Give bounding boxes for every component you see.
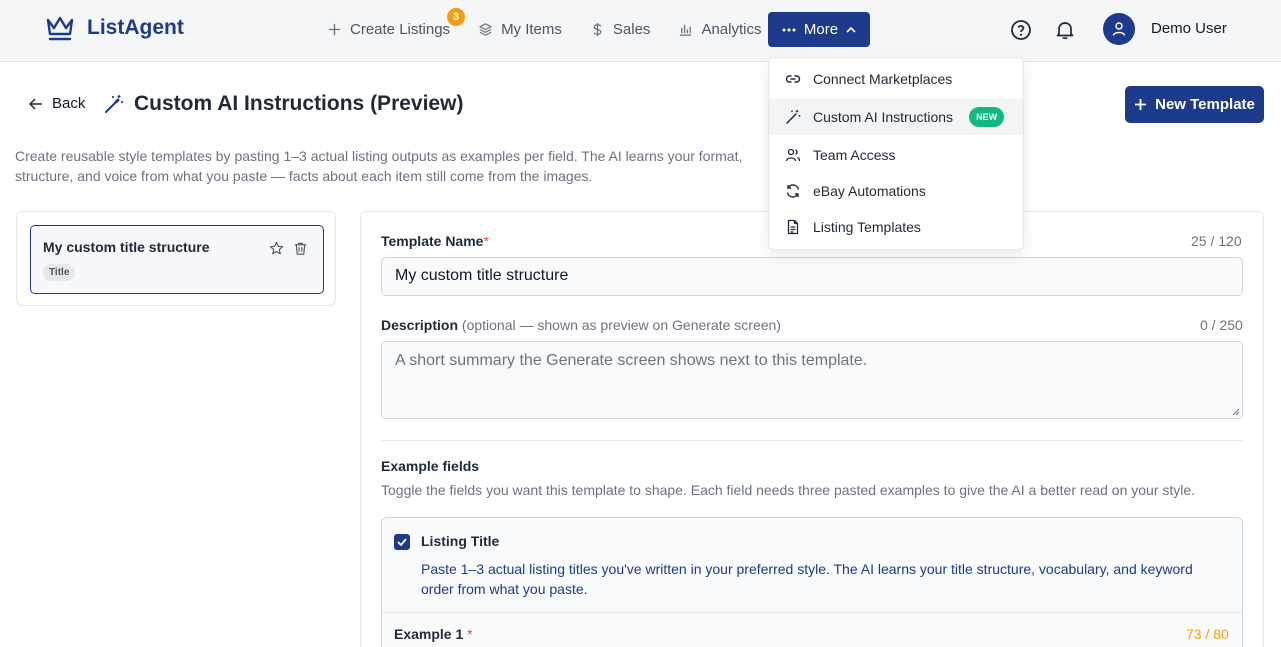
description-textarea[interactable]: A short summary the Generate screen show… [381,341,1243,419]
layers-icon [479,23,492,36]
link-icon [785,75,801,83]
bar-chart-icon [680,24,692,36]
help-icon[interactable] [1010,19,1032,41]
menu-item-connect-marketplaces[interactable]: Connect Marketplaces [769,61,1023,97]
page-title: Custom AI Instructions (Preview) [104,92,463,116]
user-name[interactable]: Demo User [1151,20,1227,37]
create-listings-badge: 3 [447,8,466,26]
logo[interactable]: ListAgent [45,14,184,42]
crown-icon [46,16,74,41]
nav-label: Sales [612,21,651,38]
star-icon[interactable] [269,241,284,256]
magic-wand-icon [786,110,801,124]
menu-item-listing-templates[interactable]: Listing Templates [769,209,1023,245]
nav-my-items[interactable]: My Items [478,12,562,47]
description-label-text: Description [381,317,459,333]
listing-title-field-label: Listing Title [421,533,500,549]
menu-item-label: Connect Marketplaces [813,71,953,87]
new-template-label: New Template [1155,96,1255,113]
listing-title-field-description: Paste 1–3 actual listing titles you've w… [421,561,1193,597]
section-divider [381,440,1243,441]
nav-label: My Items [501,21,562,38]
template-name: My custom title structure [43,239,210,255]
resize-handle-icon[interactable] [1232,408,1240,416]
bell-icon[interactable] [1054,19,1076,41]
user-icon [1112,22,1126,36]
example-fields-title: Example fields [381,458,480,474]
app-name: ListAgent [87,16,184,39]
refresh-icon [786,184,800,198]
menu-item-label: Listing Templates [813,219,921,235]
menu-item-label: Custom AI Instructions [813,109,954,125]
main-nav: Create Listings 3 My Items Sales Analyti… [327,8,789,47]
template-name-label-text: Template Name [381,233,484,249]
more-dropdown-menu: Connect Marketplaces Custom AI Instructi… [768,57,1024,250]
check-icon [397,538,407,546]
required-marker: * [467,626,473,642]
dollar-icon [593,22,602,37]
nav-sales[interactable]: Sales [590,12,651,47]
template-name-input[interactable]: My custom title structure [381,257,1243,296]
menu-item-ebay-automations[interactable]: eBay Automations [769,173,1023,209]
template-name-counter: 25 / 120 [1191,233,1242,249]
back-button[interactable]: Back [29,95,85,112]
plus-icon [1135,99,1147,110]
template-name-label: Template Name* [381,233,489,249]
menu-item-label: eBay Automations [813,183,926,199]
description-hint: (optional — shown as preview on Generate… [461,317,781,333]
back-label: Back [52,95,86,112]
new-badge: NEW [969,107,1005,127]
listing-title-checkbox[interactable] [394,534,410,550]
user-avatar[interactable] [1103,13,1135,45]
nav-create-listings[interactable]: Create Listings 3 [327,8,466,47]
menu-item-team-access[interactable]: Team Access [769,137,1023,173]
menu-item-custom-ai-instructions[interactable]: Custom AI Instructions NEW [769,99,1023,135]
page-title-text: Custom AI Instructions (Preview) [134,92,464,115]
template-card[interactable]: My custom title structure Title [30,225,324,294]
users-icon [785,148,801,162]
template-list: My custom title structure Title [16,211,336,306]
ellipsis-icon [782,28,796,31]
example-1-counter: 73 / 80 [1186,626,1229,642]
arrow-left-icon [29,97,42,110]
plus-icon [328,23,341,36]
description-counter: 0 / 250 [1200,317,1243,333]
example-1-label-text: Example 1 [394,626,464,642]
magic-wand-icon [105,95,123,113]
intro-text: Create reusable style templates by pasti… [15,148,743,184]
more-label: More [803,21,839,38]
more-menu-button[interactable]: More [768,12,870,47]
field-separator [382,612,1242,613]
nav-label: Analytics [701,21,762,38]
required-marker: * [483,233,489,249]
chevron-up-icon [846,26,856,33]
template-tag: Title [43,264,76,281]
nav-analytics[interactable]: Analytics [678,12,761,47]
top-navigation-bar: ListAgent Create Listings 3 My Items Sal… [0,0,1281,62]
nav-label: Create Listings [350,21,451,38]
document-icon [787,219,799,235]
menu-item-label: Team Access [813,147,896,163]
example-fields-description: Toggle the fields you want this template… [381,482,1196,498]
example-1-label: Example 1 * [394,626,473,642]
new-template-button[interactable]: New Template [1125,86,1264,123]
description-label: Description (optional — shown as preview… [381,317,781,333]
trash-icon[interactable] [293,241,308,256]
description-placeholder: A short summary the Generate screen show… [395,352,868,369]
